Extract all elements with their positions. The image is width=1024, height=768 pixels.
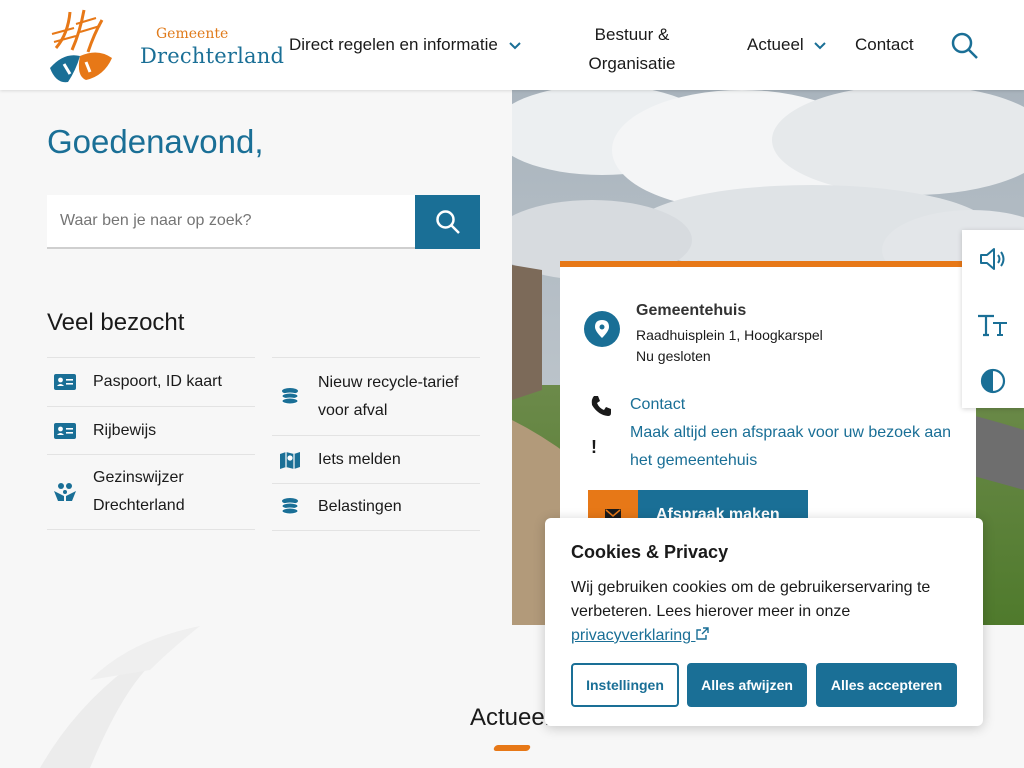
- popular-column-1: Paspoort, ID kaart Rijbewijs Gezinswijze…: [47, 357, 255, 530]
- privacy-link-label: privacyverklaring: [571, 627, 692, 644]
- location-pin-icon: [584, 311, 620, 347]
- coins-icon: [278, 495, 302, 519]
- external-link-icon: [695, 627, 709, 640]
- nav-bestuur-organisatie[interactable]: Bestuur & Organisatie: [582, 20, 682, 78]
- popular-link-label: Paspoort, ID kaart: [93, 373, 222, 390]
- search-icon[interactable]: [950, 31, 980, 61]
- search-input[interactable]: [47, 195, 415, 249]
- popular-link-iets-melden[interactable]: Iets melden: [272, 435, 480, 483]
- nav-actueel[interactable]: Actueel: [747, 35, 827, 55]
- nav-bestuur-label-2: Organisatie: [588, 54, 676, 73]
- search-button[interactable]: [415, 195, 480, 249]
- cookie-body: Wij gebruiken cookies om de gebruikerser…: [571, 579, 931, 620]
- logo-subtitle: Gemeente: [156, 26, 229, 42]
- accessibility-panel: [962, 230, 1024, 408]
- chevron-down-icon: [814, 41, 827, 49]
- coins-icon: [278, 385, 302, 409]
- page-greeting: Goedenavond,: [47, 123, 264, 160]
- popular-link-label: Gezinswijzer Drechterland: [93, 469, 185, 514]
- family-hands-icon: [53, 480, 77, 504]
- popular-link-belastingen[interactable]: Belastingen: [272, 483, 480, 531]
- popular-link-label: Iets melden: [318, 450, 401, 468]
- contrast-button[interactable]: [976, 364, 1010, 398]
- gemeentehuis-card: Gemeentehuis Raadhuisplein 1, Hoogkarspe…: [560, 261, 976, 525]
- cookie-title: Cookies & Privacy: [571, 542, 729, 562]
- contrast-icon: [980, 368, 1006, 394]
- nav-actueel-label: Actueel: [747, 35, 804, 54]
- decorative-watermark: [40, 626, 200, 768]
- map-icon: [278, 448, 302, 472]
- popular-link-gezinswijzer[interactable]: Gezinswijzer Drechterland: [47, 454, 255, 530]
- id-card-icon: [53, 419, 77, 443]
- title-underline-accent: [492, 745, 532, 751]
- popular-link-rijbewijs[interactable]: Rijbewijs: [47, 406, 255, 454]
- nav-contact[interactable]: Contact: [855, 35, 914, 55]
- card-address: Raadhuisplein 1, Hoogkarspel: [636, 327, 823, 343]
- read-aloud-button[interactable]: [976, 242, 1010, 276]
- cookie-settings-button[interactable]: Instellingen: [571, 663, 679, 707]
- cookie-text: Wij gebruiken cookies om de gebruikerser…: [571, 576, 961, 648]
- card-status: Nu gesloten: [636, 348, 711, 364]
- card-title: Gemeentehuis: [636, 302, 747, 319]
- cookie-accept-button[interactable]: Alles accepteren: [816, 663, 957, 707]
- popular-column-2: Nieuw recycle-tarief voor afval Iets mel…: [272, 357, 480, 531]
- speaker-icon: [980, 248, 1005, 270]
- nav-direct-regelen[interactable]: Direct regelen en informatie: [289, 35, 521, 55]
- logo-mark-icon: [50, 9, 112, 83]
- popular-link-label: Nieuw recycle-tarief voor afval: [318, 373, 459, 419]
- popular-link-paspoort[interactable]: Paspoort, ID kaart: [47, 357, 255, 406]
- card-note: Maak altijd een afspraak voor uw bezoek …: [630, 424, 952, 469]
- news-section-title: Actueel: [470, 704, 551, 731]
- site-header: Gemeente Drechterland Direct regelen en …: [0, 0, 1024, 90]
- nav-bestuur-label-1: Bestuur &: [594, 25, 670, 44]
- logo-title: Drechterland: [140, 44, 285, 68]
- id-card-icon: [53, 370, 77, 394]
- exclamation-icon: !: [591, 437, 597, 457]
- text-size-button[interactable]: [976, 308, 1010, 342]
- privacy-link[interactable]: privacyverklaring: [571, 627, 709, 644]
- nav-direct-regelen-label: Direct regelen en informatie: [289, 35, 498, 54]
- logo[interactable]: Gemeente Drechterland: [46, 4, 284, 86]
- search-icon: [435, 210, 460, 234]
- popular-link-recycle[interactable]: Nieuw recycle-tarief voor afval: [272, 357, 480, 435]
- contact-link[interactable]: Contact: [630, 396, 685, 414]
- cookie-reject-button[interactable]: Alles afwijzen: [687, 663, 807, 707]
- popular-title: Veel bezocht: [47, 309, 185, 336]
- chevron-down-icon: [508, 41, 521, 49]
- cookie-dialog: Cookies & Privacy Wij gebruiken cookies …: [545, 518, 983, 726]
- popular-link-label: Belastingen: [318, 498, 402, 515]
- phone-icon: [591, 396, 611, 416]
- popular-link-label: Rijbewijs: [93, 421, 157, 439]
- text-size-icon: [978, 314, 1007, 337]
